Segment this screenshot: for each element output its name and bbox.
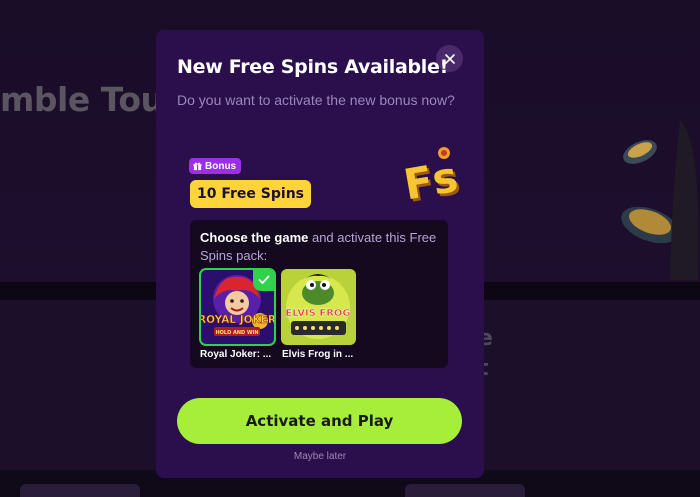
elvis-frog-thumbnail: ELVIS FROG [281, 269, 356, 345]
activate-and-play-button[interactable]: Activate and Play [177, 398, 462, 444]
bonus-badge-label: Bonus [205, 160, 237, 172]
background-thumbnail [20, 484, 140, 497]
modal-title: New Free Spins Available! [177, 56, 448, 78]
selected-check [253, 269, 275, 291]
royal-joker-art-subtitle: HOLD AND WIN [215, 330, 258, 336]
logo-text: Fs [404, 152, 461, 206]
game-card-royal-joker[interactable]: ROYAL JOKER HOLD AND WIN [199, 268, 276, 346]
elvis-frog-art-title: ELVIS FROG [285, 308, 350, 319]
bonus-badge: Bonus [189, 158, 242, 174]
checkmark-icon [258, 275, 270, 284]
modal-subtitle: Do you want to activate the new bonus no… [177, 92, 455, 108]
royal-joker-art-title: ROYAL JOKER [200, 314, 275, 326]
game-name-royal-joker[interactable]: Royal Joker: ... [200, 349, 271, 360]
background-thumbnail [405, 484, 525, 497]
maybe-later-link[interactable]: Maybe later [0, 451, 640, 462]
game-name-elvis-frog[interactable]: Elvis Frog in ... [282, 349, 353, 360]
game-selection-instructions: Choose the game and activate this Free S… [200, 229, 444, 265]
gift-icon [193, 162, 202, 170]
poker-chips-illustration [621, 120, 699, 280]
game-card-elvis-frog[interactable]: ELVIS FROG [281, 269, 356, 345]
free-spins-count: 10 Free Spins [190, 180, 311, 208]
instruction-strong: Choose the game [200, 230, 309, 245]
free-spins-logo: Fs Fs [404, 147, 462, 206]
